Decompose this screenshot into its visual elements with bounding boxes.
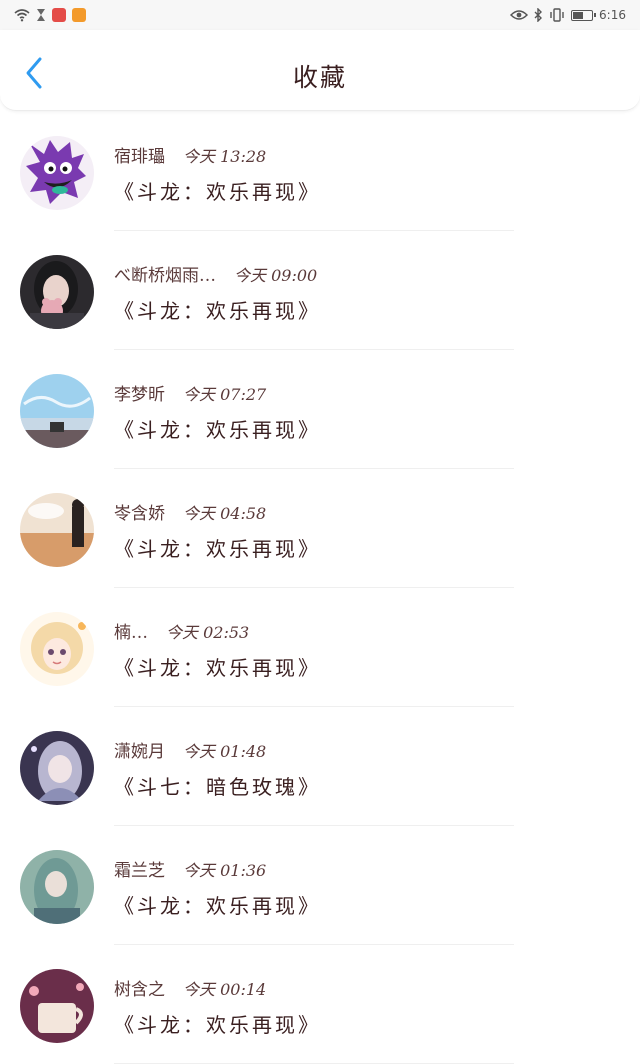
hourglass-icon — [37, 9, 45, 21]
favorite-item[interactable]: 宿琲瓃 今天 13:28 《斗龙：欢乐再现》 — [0, 112, 640, 231]
timestamp: 今天 01:48 — [183, 742, 267, 761]
item-meta: 潇婉月 今天 01:48 — [114, 737, 266, 762]
timestamp: 今天 02:53 — [166, 623, 250, 642]
item-meta: 霜兰芝 今天 01:36 — [114, 856, 266, 881]
wifi-icon — [14, 9, 30, 22]
favorite-item[interactable]: 楠… 今天 02:53 《斗龙：欢乐再现》 — [0, 588, 640, 707]
timestamp: 今天 00:14 — [183, 980, 267, 999]
username: 李梦昕 — [114, 385, 165, 405]
vibrate-icon — [550, 8, 564, 22]
bluetooth-icon — [534, 8, 543, 22]
username: べ断桥烟雨… — [114, 266, 216, 286]
username: 霜兰芝 — [114, 861, 165, 881]
status-bar-right: 6:16 — [510, 6, 626, 24]
username: 楠… — [114, 623, 148, 643]
work-title: 《斗龙：欢乐再现》 — [114, 299, 321, 323]
avatar[interactable] — [20, 850, 94, 924]
orange-play-app-icon — [72, 8, 86, 22]
work-title: 《斗龙：欢乐再现》 — [114, 418, 321, 442]
avatar[interactable] — [20, 374, 94, 448]
timestamp: 今天 01:36 — [183, 861, 267, 880]
favorite-item[interactable]: 岺含娇 今天 04:58 《斗龙：欢乐再现》 — [0, 469, 640, 588]
item-meta: べ断桥烟雨… 今天 09:00 — [114, 261, 317, 286]
status-bar: 6:16 — [0, 0, 640, 30]
page-title: 收藏 — [292, 63, 347, 92]
username: 宿琲瓃 — [114, 147, 165, 167]
red-app-icon — [52, 8, 66, 22]
avatar[interactable] — [20, 969, 94, 1043]
avatar[interactable] — [20, 136, 94, 210]
timestamp: 今天 13:28 — [183, 147, 267, 166]
work-title: 《斗龙：欢乐再现》 — [114, 537, 321, 561]
item-meta: 李梦昕 今天 07:27 — [114, 380, 266, 405]
username: 潇婉月 — [114, 742, 165, 762]
favorite-item[interactable]: 潇婉月 今天 01:48 《斗七：暗色玫瑰》 — [0, 707, 640, 826]
timestamp: 今天 04:58 — [183, 504, 267, 523]
timestamp: 今天 07:27 — [183, 385, 267, 404]
item-meta: 宿琲瓃 今天 13:28 — [114, 142, 266, 167]
favorites-list: 宿琲瓃 今天 13:28 《斗龙：欢乐再现》 べ断桥烟雨… 今天 09:00 《… — [0, 112, 640, 1064]
work-title: 《斗龙：欢乐再现》 — [114, 656, 321, 680]
work-title: 《斗龙：欢乐再现》 — [114, 180, 321, 204]
work-title: 《斗龙：欢乐再现》 — [114, 894, 321, 918]
item-meta: 树含之 今天 00:14 — [114, 975, 266, 1000]
item-meta: 岺含娇 今天 04:58 — [114, 499, 266, 524]
avatar[interactable] — [20, 493, 94, 567]
work-title: 《斗七：暗色玫瑰》 — [114, 775, 321, 799]
battery-icon — [571, 9, 597, 21]
favorite-item[interactable]: 李梦昕 今天 07:27 《斗龙：欢乐再现》 — [0, 350, 640, 469]
eye-icon — [510, 10, 529, 20]
avatar[interactable] — [20, 731, 94, 805]
header: 收藏 — [0, 30, 640, 111]
status-bar-left — [14, 7, 86, 23]
favorite-item[interactable]: 树含之 今天 00:14 《斗龙：欢乐再现》 — [0, 945, 640, 1064]
timestamp: 今天 09:00 — [234, 266, 318, 285]
avatar[interactable] — [20, 612, 94, 686]
username: 树含之 — [114, 980, 165, 1000]
status-time: 6:16 — [599, 8, 626, 22]
username: 岺含娇 — [114, 504, 165, 524]
avatar[interactable] — [20, 255, 94, 329]
favorite-item[interactable]: 霜兰芝 今天 01:36 《斗龙：欢乐再现》 — [0, 826, 640, 945]
item-meta: 楠… 今天 02:53 — [114, 618, 249, 643]
favorite-item[interactable]: べ断桥烟雨… 今天 09:00 《斗龙：欢乐再现》 — [0, 231, 640, 350]
